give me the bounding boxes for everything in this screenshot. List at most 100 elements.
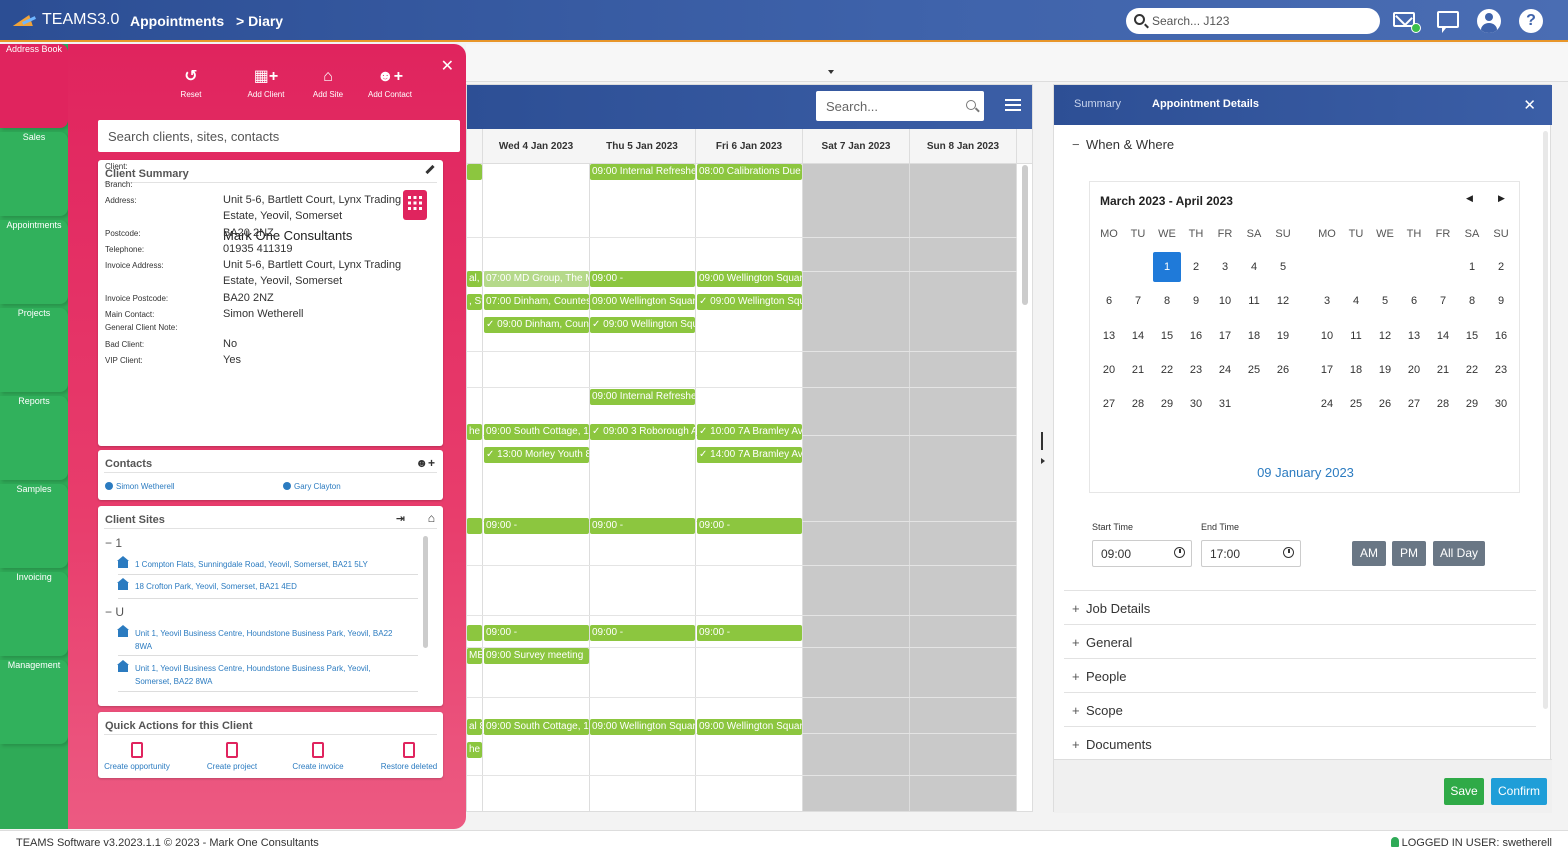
day-column[interactable]: [910, 164, 1017, 811]
calendar-day[interactable]: 6: [1095, 286, 1123, 316]
confirm-button[interactable]: Confirm: [1491, 778, 1547, 805]
appointment-event[interactable]: 09:00 South Cottage, 1: [484, 719, 589, 735]
calendar-day[interactable]: 1: [1153, 252, 1181, 282]
appointment-event[interactable]: 09:00 -: [697, 518, 802, 534]
calendar-day[interactable]: 16: [1182, 321, 1210, 351]
calendar-day[interactable]: 25: [1240, 355, 1268, 385]
calendar-day[interactable]: 26: [1371, 389, 1399, 419]
nav-item-management[interactable]: Management: [0, 660, 68, 744]
calendar-day[interactable]: 3: [1313, 286, 1341, 316]
calendar-day[interactable]: 15: [1153, 321, 1181, 351]
diary-collapse-strip[interactable]: [466, 44, 1568, 82]
calendar-day[interactable]: 4: [1240, 252, 1268, 282]
appointment-event[interactable]: 07:00 MD Group, The M: [484, 271, 589, 287]
am-button[interactable]: AM: [1352, 541, 1386, 566]
calendar-day[interactable]: 30: [1487, 389, 1515, 419]
calendar-day[interactable]: 18: [1342, 355, 1370, 385]
calendar-day[interactable]: 17: [1211, 321, 1239, 351]
calendar-day[interactable]: 29: [1458, 389, 1486, 419]
appointment-event[interactable]: , St: [467, 294, 482, 310]
calendar-day[interactable]: 27: [1095, 389, 1123, 419]
messages-icon[interactable]: [1393, 9, 1421, 33]
calendar-day[interactable]: 7: [1124, 286, 1152, 316]
calendar-day[interactable]: 17: [1313, 355, 1341, 385]
chat-icon[interactable]: [1436, 9, 1462, 33]
day-column[interactable]: [696, 164, 803, 811]
calendar-day[interactable]: 10: [1313, 321, 1341, 351]
calendar-day[interactable]: 11: [1240, 286, 1268, 316]
appointment-event[interactable]: ME: [467, 648, 482, 664]
day-header[interactable]: Thu 5 Jan 2023: [589, 129, 696, 164]
calendar-day[interactable]: 5: [1371, 286, 1399, 316]
calendar-day[interactable]: 8: [1153, 286, 1181, 316]
day-column[interactable]: [483, 164, 590, 811]
site-link[interactable]: 18 Crofton Park, Yeovil, Somerset, BA21 …: [117, 578, 408, 593]
filter-sliders-icon[interactable]: [1005, 99, 1021, 113]
calendar-day[interactable]: 6: [1400, 286, 1428, 316]
reset-button[interactable]: ↺ Reset: [161, 68, 221, 99]
appointment-event[interactable]: 09:00 South Cottage, 1: [484, 424, 589, 440]
appointment-event[interactable]: 09:00 -: [484, 625, 589, 641]
appointment-event[interactable]: 09:00 Survey meeting: [484, 648, 589, 664]
calendar-day[interactable]: 5: [1269, 252, 1297, 282]
tab-appointment-details[interactable]: Appointment Details: [1152, 98, 1259, 110]
appointment-event[interactable]: ✓ 09:00 Dinham, Count: [484, 317, 589, 333]
calendar-day[interactable]: 18: [1240, 321, 1268, 351]
appointment-event[interactable]: he: [467, 742, 482, 758]
section-header-documents[interactable]: + Documents: [1072, 737, 1152, 752]
appointment-event[interactable]: ✓ 13:00 Morley Youth 8: [484, 447, 589, 463]
section-header-job-details[interactable]: + Job Details: [1072, 601, 1150, 616]
calendar-day[interactable]: 31: [1211, 389, 1239, 419]
calendar-day[interactable]: 19: [1269, 321, 1297, 351]
add-contact-button[interactable]: ☻+ Add Contact: [360, 68, 420, 99]
appointment-event[interactable]: 09:00 -: [697, 625, 802, 641]
nav-item-samples[interactable]: Samples: [0, 484, 68, 568]
caret-right-icon[interactable]: [1041, 458, 1045, 464]
calendar-day[interactable]: 30: [1182, 389, 1210, 419]
contact-link[interactable]: Gary Clayton: [283, 482, 341, 491]
site-link[interactable]: 1 Compton Flats, Sunningdale Road, Yeovi…: [117, 556, 408, 571]
breadcrumb-appointments[interactable]: Appointments: [130, 13, 224, 29]
appointment-event[interactable]: ✓ 09:00 3 Roborough A: [590, 424, 695, 440]
calendar-day[interactable]: 28: [1429, 389, 1457, 419]
sites-scrollbar[interactable]: [423, 536, 428, 648]
help-icon[interactable]: ?: [1519, 9, 1545, 33]
calendar-day[interactable]: 2: [1487, 252, 1515, 282]
calendar-day[interactable]: 15: [1458, 321, 1486, 351]
calendar-day[interactable]: 29: [1153, 389, 1181, 419]
all-day-button[interactable]: All Day: [1433, 541, 1485, 566]
day-column[interactable]: [589, 164, 696, 811]
appointment-event[interactable]: 09:00 -: [590, 271, 695, 287]
calendar-day[interactable]: 27: [1400, 389, 1428, 419]
details-scrollbar[interactable]: [1543, 131, 1548, 709]
site-link[interactable]: Unit 1, Yeovil Business Centre, Houndsto…: [117, 660, 408, 688]
calendar-day[interactable]: 14: [1124, 321, 1152, 351]
calendar-day[interactable]: 12: [1269, 286, 1297, 316]
calendar-day[interactable]: 21: [1429, 355, 1457, 385]
calendar-day[interactable]: 14: [1429, 321, 1457, 351]
create-project-button[interactable]: Create project: [192, 742, 272, 771]
restore-deleted-button[interactable]: Restore deleted: [369, 742, 449, 771]
nav-item-projects[interactable]: Projects: [0, 308, 68, 392]
appointment-event[interactable]: [467, 518, 482, 534]
day-header[interactable]: Fri 6 Jan 2023: [696, 129, 803, 164]
caret-down-icon[interactable]: [828, 70, 834, 74]
calendar-day[interactable]: 23: [1487, 355, 1515, 385]
user-account-icon[interactable]: [1477, 9, 1503, 33]
calendar-day[interactable]: 21: [1124, 355, 1152, 385]
calendar-day[interactable]: 25: [1342, 389, 1370, 419]
add-site-button[interactable]: ⌂ Add Site: [298, 68, 358, 99]
clock-icon[interactable]: [1174, 547, 1185, 558]
contact-link[interactable]: Simon Wetherell: [105, 482, 175, 491]
appointment-event[interactable]: 09:00 Wellington Squar: [697, 719, 802, 735]
calendar-day[interactable]: 12: [1371, 321, 1399, 351]
appointment-event[interactable]: ✓ 10:00 7A Bramley Ave: [697, 424, 802, 440]
calendar-day[interactable]: 24: [1313, 389, 1341, 419]
diary-scrollbar[interactable]: [1022, 165, 1028, 305]
prev-month-icon[interactable]: ◀: [1466, 193, 1473, 204]
panel-splitter[interactable]: [1041, 432, 1043, 450]
calendar-day[interactable]: 20: [1095, 355, 1123, 385]
calendar-day[interactable]: 11: [1342, 321, 1370, 351]
calendar-day[interactable]: 22: [1458, 355, 1486, 385]
nav-item-address-book[interactable]: Address Book: [0, 44, 68, 128]
